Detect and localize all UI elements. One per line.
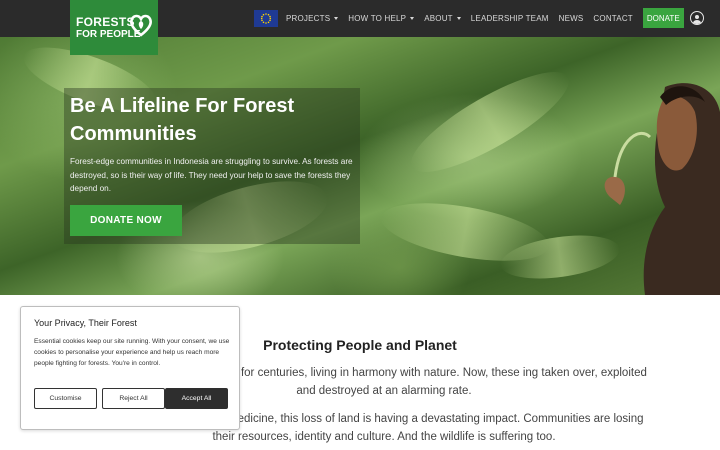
nav-projects-label: PROJECTS: [286, 13, 331, 23]
nav-leadership-team-label: LEADERSHIP TEAM: [470, 13, 549, 23]
cookie-title: Your Privacy, Their Forest: [34, 318, 137, 328]
cookie-description: Essential cookies keep our site running.…: [34, 338, 230, 368]
man-with-fern-photo: [604, 83, 720, 295]
chevron-down-icon: [456, 16, 461, 20]
hero-title: Be A Lifeline For Forest Communities: [70, 95, 295, 145]
nav-news-label: NEWS: [558, 13, 584, 23]
accept-all-button[interactable]: Accept All: [165, 388, 228, 409]
cookie-consent-panel: Your Privacy, Their Forest Essential coo…: [20, 306, 240, 430]
user-icon[interactable]: [689, 11, 704, 25]
chevron-down-icon: [410, 16, 415, 20]
fern-foliage: [399, 55, 581, 189]
page: PROJECTS HOW TO HELP ABOUT LEADERSHIP TE…: [0, 0, 720, 450]
nav-about-label: ABOUT: [424, 13, 453, 23]
nav-how-to-help-label: HOW TO HELP: [348, 13, 407, 23]
nav-news[interactable]: NEWS: [559, 14, 584, 23]
main-nav: PROJECTS HOW TO HELP ABOUT LEADERSHIP TE…: [254, 8, 704, 28]
nav-donate-button[interactable]: DONATE: [642, 8, 684, 28]
hero-description: Forest-edge communities in Indonesia are…: [70, 157, 353, 193]
reject-all-button[interactable]: Reject All: [102, 388, 165, 409]
eu-flag-icon: [254, 9, 278, 27]
nav-leadership-team[interactable]: LEADERSHIP TEAM: [471, 14, 549, 23]
chevron-down-icon: [334, 16, 339, 20]
heart-leaf-icon: [130, 14, 152, 37]
site-logo[interactable]: FORESTS FOR PEOPLE: [70, 0, 158, 55]
nav-projects[interactable]: PROJECTS: [286, 13, 339, 23]
hero-section: Be A Lifeline For Forest Communities For…: [0, 37, 720, 295]
customise-button[interactable]: Customise: [34, 388, 97, 409]
nav-contact[interactable]: CONTACT: [593, 14, 632, 23]
nav-about[interactable]: ABOUT: [424, 14, 461, 23]
donate-now-button[interactable]: DONATE NOW: [70, 205, 182, 236]
nav-how-to-help[interactable]: HOW TO HELP: [348, 13, 415, 23]
nav-contact-label: CONTACT: [593, 13, 633, 23]
